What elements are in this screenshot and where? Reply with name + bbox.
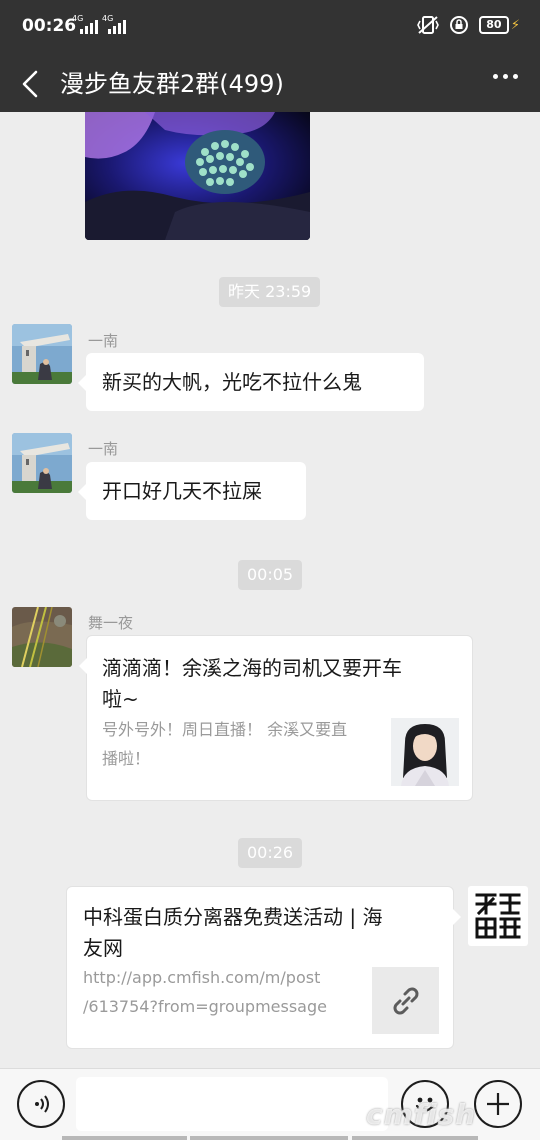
- link-card-title-line: 中科蛋白质分离器免费送活动 | 海: [83, 905, 383, 929]
- status-bar: 00:26 4G 4G 80 ⚡: [0, 0, 540, 56]
- share-card-thumbnail: [391, 718, 459, 786]
- share-card-description-line: 号外号外！周日直播！ 余溪又要直: [102, 720, 348, 739]
- more-icon[interactable]: [493, 74, 518, 79]
- nav-indicator: [62, 1136, 187, 1140]
- avatar[interactable]: [12, 433, 72, 493]
- voice-button[interactable]: [17, 1080, 65, 1128]
- link-card-url: http://app.cmfish.com/m/post /613754?fro…: [83, 963, 353, 1021]
- nav-indicator: [190, 1136, 348, 1140]
- lock-rotation-icon: [449, 16, 468, 34]
- share-card-title: 滴滴滴！余溪之海的司机又要开车 啦~: [102, 653, 462, 715]
- back-icon[interactable]: [16, 64, 56, 104]
- share-card-description: 号外号外！周日直播！ 余溪又要直 播啦！: [102, 715, 382, 773]
- link-card[interactable]: 中科蛋白质分离器免费送活动 | 海 友网 http://app.cmfish.c…: [66, 886, 461, 1049]
- sender-name: 一南: [88, 440, 119, 458]
- voice-icon: [35, 1095, 49, 1113]
- share-card[interactable]: 滴滴滴！余溪之海的司机又要开车 啦~ 号外号外！周日直播！ 余溪又要直 播啦！: [79, 635, 473, 801]
- status-time: 00:26: [22, 16, 77, 36]
- avatar[interactable]: [12, 324, 72, 384]
- timestamp: 00:26: [238, 838, 303, 868]
- timestamp: 00:05: [238, 560, 303, 590]
- link-icon: [393, 987, 418, 1014]
- chat-title: 漫步鱼友群2群(499): [60, 70, 284, 98]
- plus-button[interactable]: [474, 1080, 522, 1128]
- link-card-title-line: 友网: [83, 936, 123, 960]
- battery-level: 80: [478, 16, 509, 34]
- share-card-title-line: 啦~: [102, 687, 139, 711]
- nav-indicator: [352, 1136, 478, 1140]
- share-card-title-line: 滴滴滴！余溪之海的司机又要开车: [102, 656, 402, 680]
- signal-icon-2: [108, 18, 126, 34]
- battery-icon: 80 ⚡: [478, 16, 520, 34]
- own-avatar[interactable]: [468, 886, 528, 946]
- link-card-url-line: /613754?from=groupmessage: [83, 997, 327, 1016]
- avatar[interactable]: [12, 607, 72, 667]
- link-card-url-line: http://app.cmfish.com/m/post: [83, 968, 321, 987]
- message-input[interactable]: [76, 1077, 388, 1131]
- sender-name: 一南: [88, 332, 119, 350]
- sender-name: 舞一夜: [88, 614, 134, 632]
- link-card-title: 中科蛋白质分离器免费送活动 | 海 友网: [83, 902, 443, 964]
- signal-icon: [80, 18, 98, 34]
- vibrate-icon: [416, 16, 439, 34]
- message-bubble[interactable]: 开口好几天不拉屎: [78, 462, 306, 520]
- message-bubble[interactable]: 新买的大帆，光吃不拉什么鬼: [78, 353, 424, 411]
- link-thumbnail: [372, 967, 439, 1034]
- charging-icon: ⚡: [510, 17, 520, 33]
- share-card-description-line: 播啦！: [102, 749, 151, 768]
- watermark: cmfish: [366, 1098, 477, 1131]
- plus-icon: [487, 1093, 509, 1115]
- title-bar: 漫步鱼友群2群(499): [0, 56, 540, 112]
- coral-photo[interactable]: [85, 112, 310, 240]
- timestamp: 昨天 23:59: [219, 277, 321, 307]
